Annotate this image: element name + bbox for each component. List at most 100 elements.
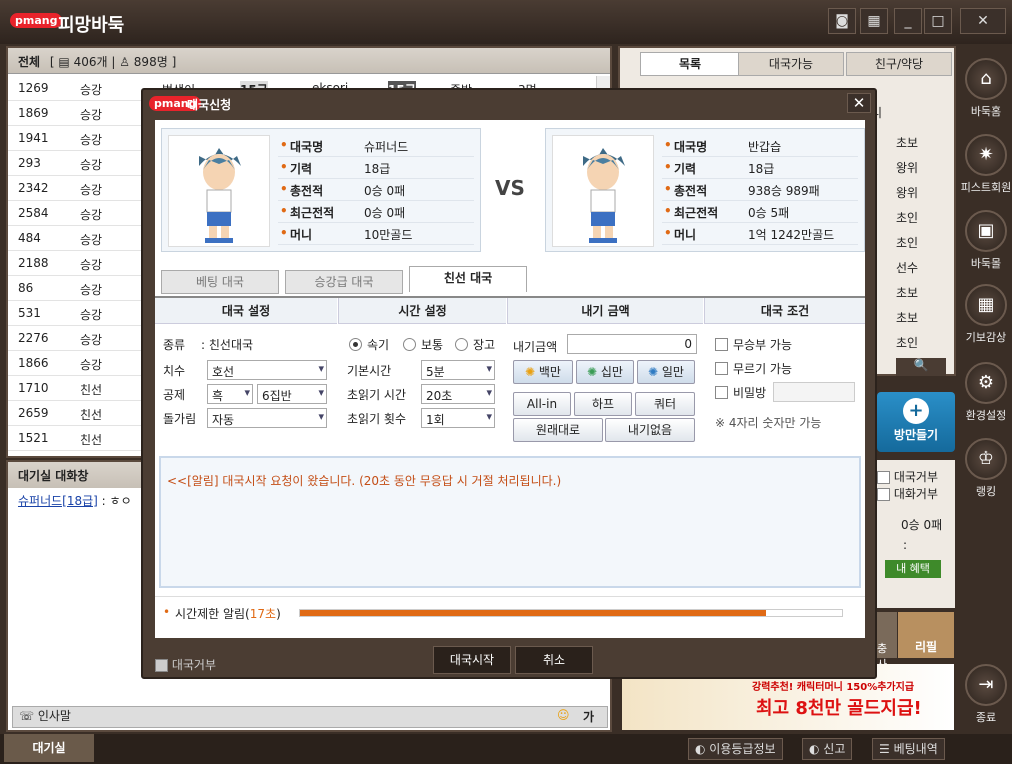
pmang-logo: pmang [10,13,63,28]
vs-label: VS [495,176,525,200]
grade-info-button[interactable]: ◐ 이용등급정보 [688,738,783,760]
grid-icon[interactable]: ▦ [860,8,888,34]
my-benefit-button[interactable]: 내 혜택 [885,560,941,578]
byoyomi-select[interactable]: 20초 [421,384,495,404]
player1-card: 대국명슈퍼너드 기력18급 총전적0승 0패 최근전적0승 0패 머니10만골드 [161,128,481,252]
tab-friendly[interactable]: 친선 대국 [409,266,527,292]
user-rank: 초인 [896,336,919,350]
report-button[interactable]: ◐ 신고 [802,738,853,760]
allin-button[interactable]: All-in [513,392,571,416]
password-note: ※ 4자리 숫자만 가능 [715,416,822,430]
close-button[interactable]: ✕ [960,8,1006,34]
chip-100k-button[interactable]: ✺ 십만 [576,360,634,384]
reset-button[interactable]: 원래대로 [513,418,603,442]
chat-user[interactable]: 슈퍼너드[18급] [18,494,98,508]
radio-normal[interactable] [403,338,416,351]
room-type: 친선 [80,433,103,447]
room-number: 1269 [18,81,49,95]
tab-list[interactable]: 목록 [640,52,740,76]
secret-room-checkbox[interactable] [715,386,728,399]
byoyomi-count-select[interactable]: 1회 [421,408,495,428]
refill-button[interactable]: 리필 [898,612,954,658]
tab-friends[interactable]: 친구/약당 [846,52,952,76]
chip-million-button[interactable]: ✺ 백만 [513,360,573,384]
no-bet-button[interactable]: 내기없음 [605,418,695,442]
sidebar-icon: ▦ [965,284,1007,326]
room-type: 승강 [80,158,103,172]
refuse-chat-checkbox[interactable] [877,488,890,501]
sidebar-item-5[interactable]: ♔ 랭킹 [958,438,1012,499]
dialog-title: 대국신청 [187,98,232,112]
refuse-checkbox[interactable] [155,659,168,672]
radio-fast[interactable] [349,338,362,351]
dialog-close-button[interactable]: ✕ [847,93,871,113]
secret-password-input[interactable] [773,382,855,402]
handicap-select[interactable]: 호선 [207,360,327,380]
user-rank: 선수 [896,261,919,275]
search-icon[interactable]: 🔍 [896,358,946,376]
room-count: 406개 [73,55,108,69]
sidebar-item-2[interactable]: ▣ 바둑몰 [958,210,1012,271]
camera-icon[interactable]: ◙ [828,8,856,34]
make-room-button[interactable]: + 방만들기 [877,392,955,452]
plus-icon: + [903,398,929,424]
komi-select[interactable]: 6집반 [257,384,327,404]
sidebar-item-6[interactable]: ⇥ 종료 [958,664,1012,725]
sidebar-item-1[interactable]: ✷ 피스트회원 [958,134,1012,195]
stone-select[interactable]: 자동 [207,408,327,428]
room-type: 승강 [80,333,103,347]
undo-checkbox[interactable] [715,362,728,375]
chip-10k-button[interactable]: ✺ 일만 [637,360,695,384]
base-time-select[interactable]: 5분 [421,360,495,380]
room-number: 1866 [18,356,49,370]
player1-recent: 0승 0패 [364,206,406,220]
radio-long[interactable] [455,338,468,351]
room-type: 승강 [80,308,103,322]
half-button[interactable]: 하프 [574,392,632,416]
charge-button[interactable]: 충사 [877,612,897,671]
quarter-button[interactable]: 쿼터 [635,392,695,416]
room-type: 승강 [80,358,103,372]
player2-avatar [552,135,654,247]
greeting-button[interactable]: 인사말 [38,709,71,723]
player1-total: 0승 0패 [364,184,406,198]
room-number: 86 [18,281,34,295]
komi-color-select[interactable]: 흑 [207,384,253,404]
emoticon-icon[interactable]: ☺ [557,708,570,722]
room-type: 승강 [80,133,103,147]
timer-bar [299,609,843,617]
filter-all[interactable]: 전체 [18,55,40,69]
settings-grid: 대국 설정 시간 설정 내기 금액 대국 조건 종류 : 친선대국 치수 호선 … [155,296,865,446]
player2-total: 938승 989패 [748,184,820,198]
sidebar-icon: ✷ [965,134,1007,176]
sidebar-item-4[interactable]: ⚙ 환경설정 [958,362,1012,423]
refuse-game-checkbox[interactable] [877,471,890,484]
player1-rank: 18급 [364,162,391,176]
bet-history-button[interactable]: ☰ 베팅내역 [872,738,945,760]
user-rank: 초인 [896,236,919,250]
bet-amount-input[interactable]: 0 [567,334,697,354]
sidebar-icon: ⇥ [965,664,1007,706]
language-button[interactable]: 가 [583,708,594,725]
timer-bar-fill [300,610,767,616]
timer-label: 시간제한 알림(17초) [175,607,281,621]
draw-checkbox[interactable] [715,338,728,351]
sidebar-item-0[interactable]: ⌂ 바둑홈 [958,58,1012,119]
chat-input[interactable]: ☏ 인사말 ☺ 가 [12,706,608,728]
player2-card: 대국명반갑습 기력18급 총전적938승 989패 최근전적0승 5패 머니1억… [545,128,865,252]
tab-available[interactable]: 대국가능 [738,52,844,76]
dialog-refuse[interactable]: 대국거부 [155,656,216,673]
maximize-button[interactable]: □ [924,8,952,34]
user-rank: 왕위 [896,161,919,175]
cancel-button[interactable]: 취소 [515,646,593,674]
user-count: 898명 [133,55,168,69]
minimize-button[interactable]: _ [894,8,922,34]
start-game-button[interactable]: 대국시작 [433,646,511,674]
room-number: 2659 [18,406,49,420]
sidebar-item-3[interactable]: ▦ 기보감상 [958,284,1012,345]
tab-rank-game[interactable]: 승강급 대국 [285,270,403,294]
tab-lobby[interactable]: 대기실 [4,734,94,762]
room-number: 2188 [18,256,49,270]
sidebar-icon: ⚙ [965,362,1007,404]
tab-betting[interactable]: 베팅 대국 [161,270,279,294]
